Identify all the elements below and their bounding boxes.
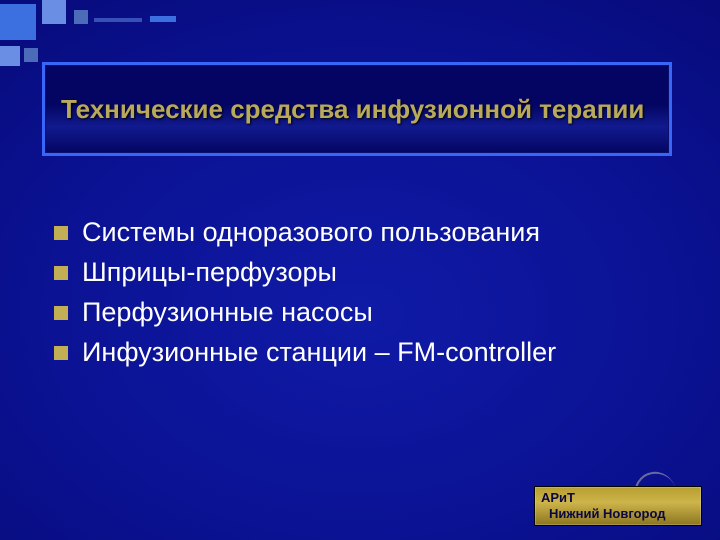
bullet-icon [54,306,68,320]
deco-square [74,10,88,24]
bullet-text: Шприцы-перфузоры [82,254,337,290]
footer-badge: АРиТ Нижний Новгород [534,486,702,526]
bullet-text: Перфузионные насосы [82,294,373,330]
deco-square [42,0,66,24]
deco-square [24,48,38,62]
bullet-icon [54,346,68,360]
deco-square [0,46,20,66]
footer-line1: АРиТ [541,490,695,506]
title-box: Технические средства инфузионной терапии [42,62,672,156]
deco-line [94,18,142,22]
deco-square [0,4,36,40]
slide-title: Технические средства инфузионной терапии [61,94,644,125]
bullet-icon [54,266,68,280]
bullet-text: Инфузионные станции – FM-controller [82,334,556,370]
bullet-list: Системы одноразового пользования Шприцы-… [54,214,680,374]
list-item: Системы одноразового пользования [54,214,680,250]
list-item: Перфузионные насосы [54,294,680,330]
bullet-icon [54,226,68,240]
bullet-text: Системы одноразового пользования [82,214,540,250]
list-item: Инфузионные станции – FM-controller [54,334,680,370]
slide: Технические средства инфузионной терапии… [0,0,720,540]
list-item: Шприцы-перфузоры [54,254,680,290]
footer-line2: Нижний Новгород [541,506,695,522]
deco-square [150,16,176,22]
